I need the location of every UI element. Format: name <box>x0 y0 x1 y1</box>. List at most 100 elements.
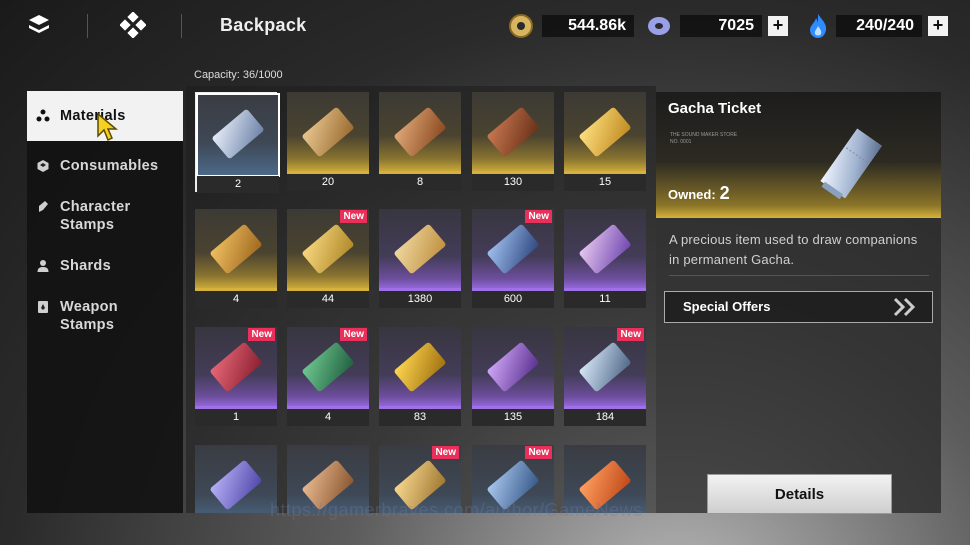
new-badge: New <box>248 328 275 341</box>
detail-header: Gacha Ticket THE SOUND MAKER STORE NO. 0… <box>656 92 941 218</box>
item-count: 130 <box>472 174 554 191</box>
item-art <box>379 92 461 174</box>
new-badge: New <box>340 210 367 223</box>
item-icon <box>487 342 539 392</box>
item-description: A precious item used to draw companions … <box>669 232 918 267</box>
item-slot[interactable]: 1380 <box>379 209 461 309</box>
item-slot[interactable]: 135 <box>472 327 554 427</box>
person-icon <box>37 260 49 272</box>
item-slot[interactable]: 11 <box>564 209 646 309</box>
item-count: 4 <box>287 409 369 426</box>
item-count: 1380 <box>379 291 461 308</box>
sidebar-item-shards[interactable]: Shards <box>27 257 183 275</box>
item-icon <box>210 224 262 274</box>
item-count: 15 <box>564 174 646 191</box>
stamp-icon <box>39 201 48 212</box>
item-count: 135 <box>472 409 554 426</box>
add-crystal-button[interactable]: + <box>768 16 788 36</box>
item-slot[interactable]: 15 <box>564 92 646 192</box>
item-icon <box>579 224 631 274</box>
item-icon <box>302 107 354 157</box>
category-sidebar: Materials Consumables Character Stamps S… <box>27 91 183 513</box>
detail-fine-print: THE SOUND MAKER STORE NO. 0001 <box>670 132 738 145</box>
page-title: Backpack <box>220 15 307 35</box>
item-slot[interactable]: 600 New <box>472 209 554 309</box>
item-count: 184 <box>564 409 646 426</box>
menu-logo-icon[interactable] <box>26 12 52 38</box>
item-slot[interactable]: 2 <box>195 92 280 193</box>
item-grid: 2 20 8 130 15 4 44 New 1380 600 New 11 1 New 4 New 83 135… <box>186 86 656 513</box>
item-slot[interactable]: 83 <box>379 327 461 427</box>
crystal-amount: 7025 <box>680 15 762 37</box>
watermark-text: https://gamerbraves.com/author/GameNews <box>270 500 643 520</box>
item-icon <box>394 224 446 274</box>
card-icon <box>38 301 48 313</box>
item-art <box>472 92 554 174</box>
hexagon-icon <box>37 160 49 172</box>
sidebar-item-label: Consumables <box>60 158 159 174</box>
sidebar-item-character-stamps[interactable]: Character Stamps <box>27 198 183 234</box>
new-badge: New <box>525 210 552 223</box>
crystal-ring-icon <box>648 17 670 35</box>
new-badge: New <box>617 328 644 341</box>
item-art <box>472 327 554 409</box>
gold-amount: 544.86k <box>542 15 634 37</box>
currency-stamina: 240/240 + <box>806 13 948 39</box>
item-slot[interactable]: 4 <box>195 209 277 309</box>
item-slot[interactable]: 8 <box>379 92 461 192</box>
item-icon <box>394 107 446 157</box>
diamond-grid-icon[interactable] <box>120 12 146 38</box>
item-count: 83 <box>379 409 461 426</box>
item-art <box>379 209 461 291</box>
item-art <box>564 92 646 174</box>
item-icon <box>487 107 539 157</box>
item-art <box>564 209 646 291</box>
new-badge: New <box>525 446 552 459</box>
add-stamina-button[interactable]: + <box>928 16 948 36</box>
top-bar: Backpack 544.86k 7025 + 240/240 + <box>0 0 970 54</box>
item-slot[interactable]: 44 New <box>287 209 369 309</box>
stamina-amount: 240/240 <box>836 15 922 37</box>
item-count: 11 <box>564 291 646 308</box>
new-badge: New <box>340 328 367 341</box>
item-art <box>195 445 277 513</box>
item-art <box>195 209 277 291</box>
item-count: 20 <box>287 174 369 191</box>
item-slot[interactable]: 20 <box>287 92 369 192</box>
sidebar-item-label: Weapon Stamps <box>60 299 118 333</box>
item-count: 2 <box>197 176 279 193</box>
currency-gold: 544.86k <box>508 13 634 39</box>
item-count: 8 <box>379 174 461 191</box>
item-slot[interactable]: 130 <box>472 92 554 192</box>
item-icon <box>394 342 446 392</box>
currency-crystal: 7025 + <box>646 13 788 39</box>
item-art <box>287 92 369 174</box>
item-slot[interactable]: 184 New <box>564 327 646 427</box>
item-art <box>379 327 461 409</box>
sidebar-item-label: Shards <box>60 258 111 274</box>
details-button[interactable]: Details <box>707 474 892 514</box>
separator <box>87 14 88 38</box>
gacha-ticket-image <box>820 128 882 200</box>
item-icon <box>212 109 264 159</box>
double-chevron-right-icon <box>893 297 916 317</box>
item-icon <box>210 460 262 510</box>
separator <box>181 14 182 38</box>
sidebar-item-label: Character Stamps <box>60 199 131 233</box>
triangle-dots-icon <box>36 109 50 122</box>
detail-title: Gacha Ticket <box>668 100 762 117</box>
sidebar-item-weapon-stamps[interactable]: Weapon Stamps <box>27 298 183 334</box>
special-offers-button[interactable]: Special Offers <box>664 291 933 323</box>
item-slot[interactable]: 1 New <box>195 327 277 427</box>
item-count: 1 <box>195 409 277 426</box>
item-count: 600 <box>472 291 554 308</box>
item-icon <box>579 107 631 157</box>
item-count: 4 <box>195 291 277 308</box>
item-slot[interactable] <box>195 445 277 513</box>
item-slot[interactable]: 4 New <box>287 327 369 427</box>
gold-coin-icon <box>509 14 533 38</box>
capacity-label: Capacity: 36/1000 <box>194 69 283 81</box>
new-badge: New <box>432 446 459 459</box>
sidebar-item-consumables[interactable]: Consumables <box>27 157 183 175</box>
blue-flame-icon <box>810 14 827 38</box>
